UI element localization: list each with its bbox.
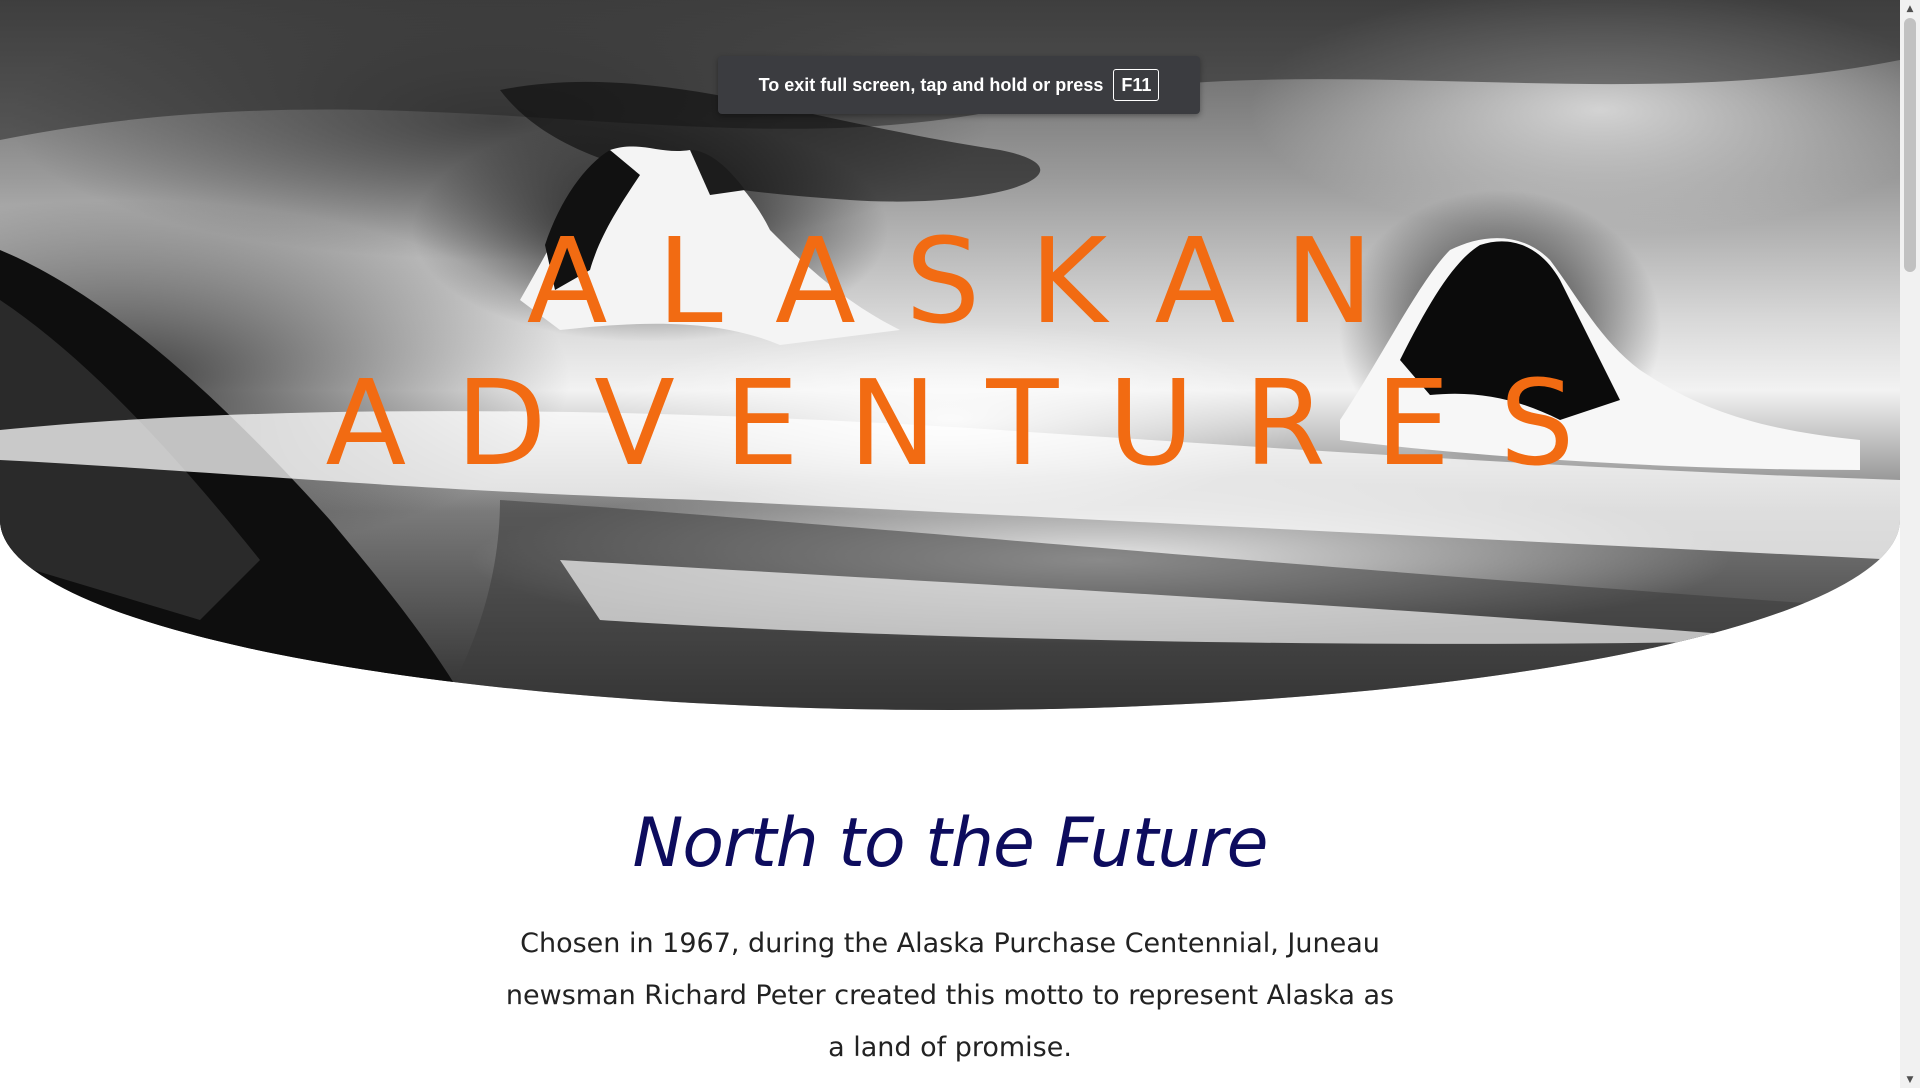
fullscreen-notice-message: To exit full screen, tap and hold or pre…	[758, 74, 1104, 95]
fullscreen-exit-notice: To exit full screen, tap and hold or pre…	[718, 56, 1200, 114]
hero-title-line-2: ADVENTURES	[325, 354, 1625, 492]
hero-title-line-1: ALASKAN	[526, 212, 1423, 350]
section-body-text: Chosen in 1967, during the Alaska Purcha…	[505, 928, 1395, 1063]
vertical-scrollbar[interactable]: ▲ ▼	[1900, 0, 1920, 1088]
web-page: ALASKAN ADVENTURES North to the Future C…	[0, 0, 1900, 1088]
f11-key-badge: F11	[1113, 69, 1160, 101]
scrollbar-thumb[interactable]	[1904, 18, 1916, 272]
scroll-up-arrow-icon[interactable]: ▲	[1900, 0, 1920, 17]
scroll-down-arrow-icon[interactable]: ▼	[1900, 1071, 1920, 1088]
browser-viewport: ALASKAN ADVENTURES North to the Future C…	[0, 0, 1920, 1088]
section-heading: North to the Future	[632, 804, 1269, 883]
